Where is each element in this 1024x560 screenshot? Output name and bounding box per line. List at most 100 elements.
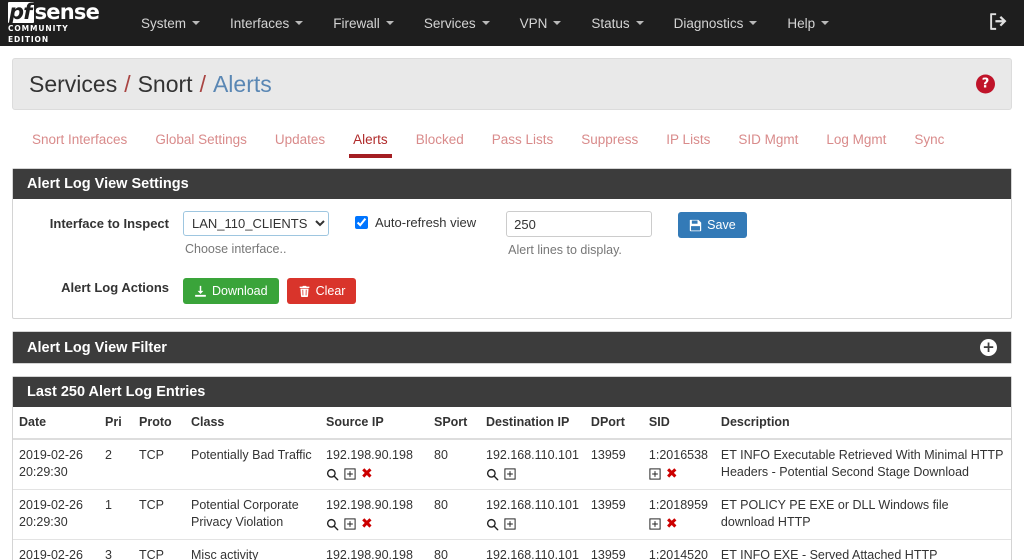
tab-updates[interactable]: Updates — [261, 124, 339, 158]
cell-date: 2019-02-26 20:29:30 — [13, 539, 99, 560]
alert-lines-help-text: Alert lines to display. — [508, 243, 622, 257]
add-to-list-icon[interactable] — [504, 518, 516, 530]
alerts-table: Date Pri Proto Class Source IP SPort Des… — [13, 407, 1011, 560]
tab-alerts[interactable]: Alerts — [339, 124, 402, 158]
tab-blocked[interactable]: Blocked — [402, 124, 478, 158]
disable-rule-icon[interactable]: ✖ — [666, 467, 678, 481]
sid-value: 1:2014520 — [648, 548, 709, 560]
filter-panel-title: Alert Log View Filter — [27, 339, 167, 356]
date-time: 20:29:30 — [19, 515, 68, 529]
chevron-down-icon — [553, 21, 562, 25]
nav-item-services[interactable]: Services — [409, 0, 505, 46]
destination-ip-value: 192.168.110.101 — [486, 448, 579, 462]
brand-edition: COMMUNITY EDITION — [8, 23, 69, 44]
nav-item-firewall[interactable]: Firewall — [318, 0, 409, 46]
top-navbar: pf sense COMMUNITY EDITION System Interfa… — [0, 0, 1024, 46]
table-row: 2019-02-26 20:29:30 2 TCP Potentially Ba… — [13, 439, 1011, 490]
date-day: 2019-02-26 — [19, 548, 83, 560]
col-header-source-ip: Source IP — [320, 407, 428, 440]
source-ip-value: 192.198.90.198 — [326, 448, 413, 462]
entries-panel-heading: Last 250 Alert Log Entries — [13, 377, 1011, 407]
destination-ip-actions — [486, 516, 579, 532]
add-to-list-icon[interactable] — [344, 468, 356, 480]
filter-panel-heading[interactable]: Alert Log View Filter + — [13, 332, 1011, 363]
destination-ip-value: 192.168.110.101 — [486, 548, 579, 560]
alert-log-actions-label: Alert Log Actions — [61, 280, 169, 295]
date-time: 20:29:30 — [19, 465, 68, 479]
search-icon[interactable] — [326, 468, 339, 481]
remove-icon[interactable]: ✖ — [361, 517, 373, 531]
alerts-table-body: 2019-02-26 20:29:30 2 TCP Potentially Ba… — [13, 439, 1011, 560]
save-button-wrap: Save — [678, 211, 747, 238]
add-to-suppress-icon[interactable] — [649, 518, 661, 530]
tab-log-mgmt[interactable]: Log Mgmt — [812, 124, 900, 158]
auto-refresh-checkbox[interactable] — [355, 216, 368, 229]
page-content: Alert Log View Settings Interface to Ins… — [0, 158, 1024, 560]
nav-item-diagnostics[interactable]: Diagnostics — [659, 0, 773, 46]
tab-global-settings[interactable]: Global Settings — [141, 124, 261, 158]
sign-out-icon[interactable] — [989, 12, 1008, 34]
add-to-list-icon[interactable] — [504, 468, 516, 480]
cell-source-ip: 192.198.90.198 ✖ — [320, 489, 428, 540]
help-icon[interactable]: ? — [976, 74, 995, 94]
cell-date: 2019-02-26 20:29:30 — [13, 489, 99, 540]
settings-panel-body: Interface to Inspect LAN_110_CLIENTS Cho… — [13, 199, 1011, 318]
plus-circle-icon[interactable]: + — [980, 339, 997, 356]
download-icon — [194, 285, 207, 298]
source-ip-actions: ✖ — [326, 516, 422, 532]
alert-lines-input[interactable] — [506, 211, 653, 237]
navbar-right — [989, 12, 1014, 34]
cell-description: ET INFO EXE - Served Attached HTTP — [714, 539, 1011, 560]
nav-label: Status — [591, 15, 630, 31]
search-icon[interactable] — [326, 518, 339, 531]
cell-dport: 13959 — [584, 539, 643, 560]
settings-panel-title-label: Alert Log View Settings — [27, 176, 189, 192]
chevron-down-icon — [385, 21, 394, 25]
nav-label: System — [141, 15, 187, 31]
nav-label: Diagnostics — [673, 15, 744, 31]
cell-pri: 3 — [99, 539, 133, 560]
clear-button[interactable]: Clear — [286, 278, 357, 304]
cell-class: Misc activity — [185, 539, 320, 560]
breadcrumb: Services / Snort / Alerts ? — [12, 58, 1012, 110]
trash-icon — [298, 285, 311, 298]
cell-sport: 80 — [428, 539, 480, 560]
nav-item-vpn[interactable]: VPN — [505, 0, 577, 46]
sid-actions: ✖ — [649, 516, 709, 532]
tab-ip-lists[interactable]: IP Lists — [652, 124, 724, 158]
breadcrumb-separator: / — [124, 71, 131, 97]
tab-pass-lists[interactable]: Pass Lists — [478, 124, 568, 158]
add-to-suppress-icon[interactable] — [649, 468, 661, 480]
nav-item-interfaces[interactable]: Interfaces — [215, 0, 318, 46]
nav-item-status[interactable]: Status — [576, 0, 658, 46]
tab-snort-interfaces[interactable]: Snort Interfaces — [18, 124, 141, 158]
tab-sid-mgmt[interactable]: SID Mgmt — [724, 124, 812, 158]
col-header-destination-ip: Destination IP — [480, 407, 585, 440]
tab-suppress[interactable]: Suppress — [567, 124, 652, 158]
remove-icon[interactable]: ✖ — [361, 467, 373, 481]
search-icon[interactable] — [486, 468, 499, 481]
add-to-list-icon[interactable] — [344, 518, 356, 530]
download-button[interactable]: Download — [183, 278, 279, 304]
interface-help-text: Choose interface.. — [185, 242, 287, 256]
tab-sync[interactable]: Sync — [900, 124, 958, 158]
nav-label: Firewall — [333, 15, 380, 31]
disable-rule-icon[interactable]: ✖ — [666, 517, 678, 531]
breadcrumb-item-alerts: Alerts — [212, 71, 272, 97]
floppy-disk-icon — [689, 219, 702, 232]
nav-item-system[interactable]: System — [126, 0, 215, 46]
nav-item-help[interactable]: Help — [772, 0, 844, 46]
save-button[interactable]: Save — [678, 212, 747, 238]
date-day: 2019-02-26 — [19, 498, 83, 512]
pfsense-logo[interactable]: pf sense COMMUNITY EDITION — [8, 1, 108, 44]
cell-dport: 13959 — [584, 489, 643, 540]
interface-to-inspect-row: Interface to Inspect LAN_110_CLIENTS Cho… — [13, 199, 1011, 263]
search-icon[interactable] — [486, 518, 499, 531]
breadcrumb-item-snort[interactable]: Snort — [138, 71, 193, 97]
cell-proto: TCP — [133, 539, 185, 560]
breadcrumb-item-services[interactable]: Services — [29, 71, 117, 97]
auto-refresh-checkbox-wrap[interactable]: Auto-refresh view — [355, 211, 476, 230]
cell-description: ET POLICY PE EXE or DLL Windows file dow… — [714, 489, 1011, 540]
interface-select[interactable]: LAN_110_CLIENTS — [183, 211, 329, 236]
sid-value: 1:2018959 — [648, 498, 709, 512]
